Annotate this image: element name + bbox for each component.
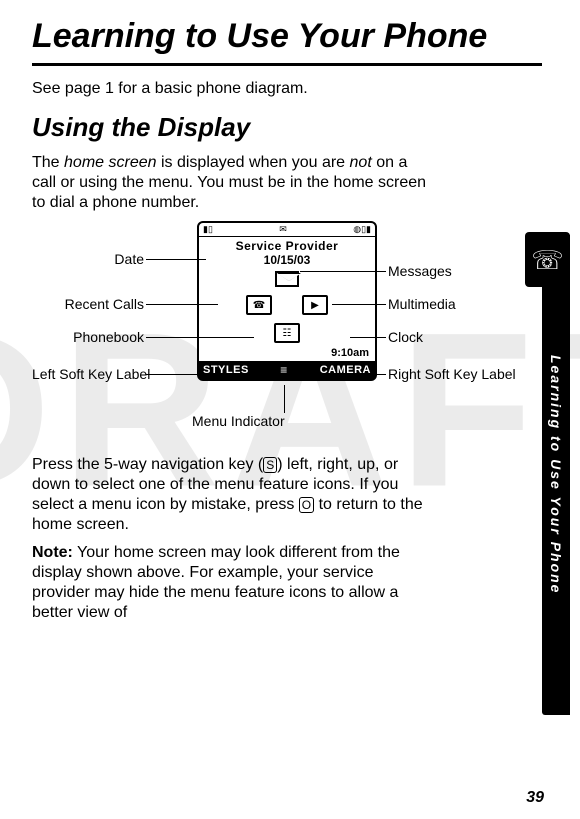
side-tab-text: Learning to Use Your Phone xyxy=(548,355,564,594)
status-bar: ▮▯ ✉ ◍▯▮ xyxy=(199,223,375,237)
phone-screen: ▮▯ ✉ ◍▯▮ Service Provider 10/15/03 ☎ ▶ ☷… xyxy=(197,221,377,381)
messages-icon xyxy=(275,271,299,287)
battery-icon: ◍▯▮ xyxy=(353,224,371,235)
roam-icon: ✉ xyxy=(279,224,287,235)
phone-info-icon: ☏ xyxy=(531,247,564,273)
callout-left-soft: Left Soft Key Label xyxy=(32,366,144,382)
paragraph-2: Press the 5-way navigation key (S) left,… xyxy=(32,455,432,535)
callout-right-soft: Right Soft Key Label xyxy=(388,366,508,382)
callout-date: Date xyxy=(44,251,144,267)
callout-recent-calls: Recent Calls xyxy=(32,296,144,312)
end-key-glyph: O xyxy=(299,497,314,513)
signal-icon: ▮▯ xyxy=(203,224,213,235)
note-label: Note: xyxy=(32,544,73,561)
page-number: 39 xyxy=(526,789,544,807)
leader-phonebook xyxy=(146,337,254,338)
leader-date xyxy=(146,259,206,260)
p2-a: Press the 5-way navigation key ( xyxy=(32,456,263,473)
nav-key-glyph: S xyxy=(263,457,277,473)
side-tab: Learning to Use Your Phone xyxy=(542,235,570,715)
phonebook-row: ☷ xyxy=(199,319,375,347)
date-value: 10/15/03 xyxy=(199,253,375,267)
right-softkey-label: CAMERA xyxy=(320,364,371,376)
leader-clock xyxy=(350,337,386,338)
leader-multimedia xyxy=(332,304,386,305)
softkey-bar: STYLES ≡ CAMERA xyxy=(199,361,375,379)
leader-recent xyxy=(146,304,218,305)
menu-indicator-icon: ≡ xyxy=(280,363,288,377)
callout-messages: Messages xyxy=(388,263,452,279)
intro-paragraph: See page 1 for a basic phone diagram. xyxy=(32,80,412,98)
home-screen-diagram: ▮▯ ✉ ◍▯▮ Service Provider 10/15/03 ☎ ▶ ☷… xyxy=(32,221,542,441)
clock-value: 9:10am xyxy=(199,347,375,361)
service-provider-label: Service Provider xyxy=(199,237,375,253)
title-rule xyxy=(32,63,542,66)
page-title: Learning to Use Your Phone xyxy=(32,18,542,55)
p1-a: The xyxy=(32,154,64,171)
recent-calls-icon: ☎ xyxy=(246,295,272,315)
paragraph-1: The home screen is displayed when you ar… xyxy=(32,153,432,213)
leader-menu xyxy=(284,385,285,413)
left-softkey-label: STYLES xyxy=(203,364,249,376)
p1-em2: not xyxy=(350,154,372,171)
note-text: Your home screen may look different from… xyxy=(32,544,400,621)
side-tab-bg: Learning to Use Your Phone xyxy=(542,235,570,715)
callout-phonebook: Phonebook xyxy=(32,329,144,345)
multimedia-icon: ▶ xyxy=(302,295,328,315)
leader-leftsoft xyxy=(146,374,202,375)
callout-menu-indicator: Menu Indicator xyxy=(192,413,285,429)
note-paragraph: Note: Your home screen may look differen… xyxy=(32,543,432,623)
leader-messages xyxy=(300,271,386,272)
p1-em1: home screen xyxy=(64,154,157,171)
callout-multimedia: Multimedia xyxy=(388,296,456,312)
callout-clock: Clock xyxy=(388,329,423,345)
middle-row: ☎ ▶ xyxy=(199,291,375,319)
info-phone-badge: ☏ xyxy=(525,232,570,287)
p1-b: is displayed when you are xyxy=(157,154,350,171)
phonebook-icon: ☷ xyxy=(274,323,300,343)
section-heading: Using the Display xyxy=(32,112,542,143)
leader-rightsoft xyxy=(368,374,386,375)
